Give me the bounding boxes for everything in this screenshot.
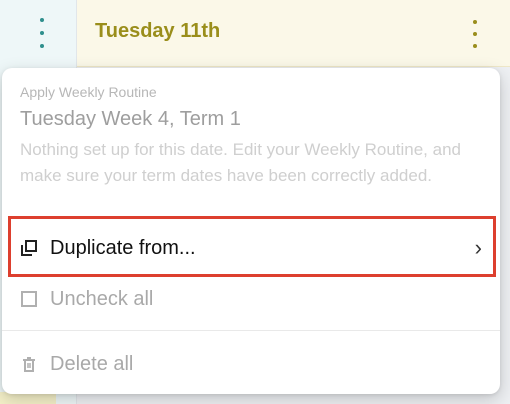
chevron-right-icon: › (474, 235, 482, 260)
delete-all-menu-item[interactable]: Delete all (2, 338, 500, 390)
apply-weekly-routine-section: Apply Weekly Routine Tuesday Week 4, Ter… (20, 84, 482, 189)
trash-icon (20, 355, 38, 373)
uncheck-all-label: Uncheck all (50, 287, 154, 310)
section-description: Nothing set up for this date. Edit your … (20, 140, 461, 185)
day-header: Tuesday 11th (77, 0, 510, 67)
checkbox-icon (20, 290, 38, 308)
copy-icon (20, 239, 38, 257)
uncheck-all-menu-item[interactable]: Uncheck all (2, 273, 500, 325)
duplicate-from-label: Duplicate from... (50, 236, 196, 259)
delete-all-label: Delete all (50, 352, 134, 375)
menu-divider (2, 330, 500, 331)
day-title: Tuesday 11th (95, 20, 221, 42)
duplicate-from-menu-item[interactable]: Duplicate from... › (2, 222, 500, 274)
left-column-more-icon[interactable] (32, 18, 52, 48)
section-title: Tuesday Week 4, Term 1 (20, 108, 241, 130)
day-more-icon[interactable] (466, 20, 484, 48)
section-label: Apply Weekly Routine (20, 84, 157, 100)
day-options-menu: Apply Weekly Routine Tuesday Week 4, Ter… (2, 68, 500, 394)
